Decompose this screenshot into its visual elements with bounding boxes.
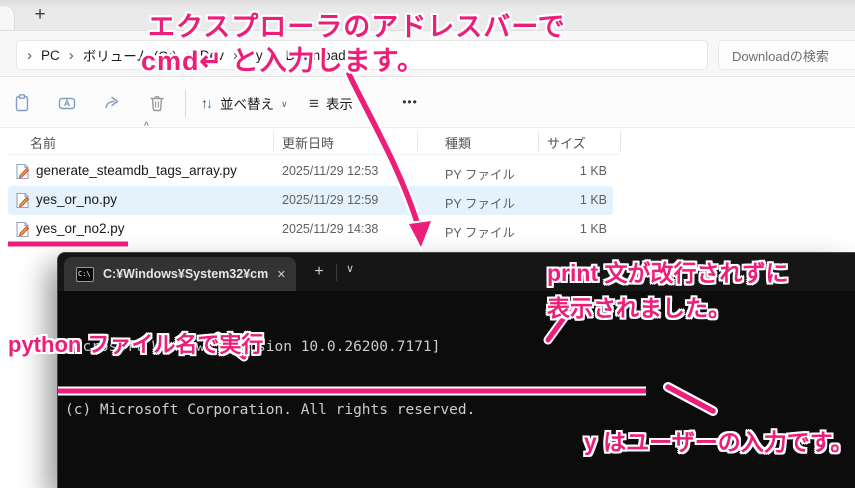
column-header-type[interactable]: 種類 — [445, 133, 471, 152]
annotation-print-note-line1: print 文が改行されずに — [547, 260, 789, 286]
file-row[interactable]: generate_steamdb_tags_array.py 2025/11/2… — [8, 157, 613, 186]
file-name: generate_steamdb_tags_array.py — [36, 163, 237, 178]
paste-button[interactable] — [10, 91, 34, 115]
file-row[interactable]: yes_or_no2.py 2025/11/29 14:38 PY ファイル 1… — [8, 215, 613, 244]
new-tab-button[interactable]: + — [28, 3, 52, 27]
breadcrumb-item-pc[interactable]: PC — [41, 48, 60, 63]
toolbar-divider — [185, 89, 186, 117]
file-modified: 2025/11/29 14:38 — [282, 222, 379, 236]
chevron-right-icon: › — [68, 46, 74, 64]
explorer-active-tab[interactable] — [0, 6, 14, 30]
file-type: PY ファイル — [445, 168, 515, 182]
sort-button[interactable]: ↑↓ 並べ替え ∨ — [193, 88, 296, 118]
explorer-toolbar: ↑↓ 並べ替え ∨ ≡ 表示 ∨ ••• — [0, 78, 855, 128]
column-separator[interactable] — [620, 131, 621, 151]
rename-button[interactable] — [55, 91, 79, 115]
sort-arrows-icon: ↑↓ — [201, 95, 213, 111]
share-icon — [105, 96, 119, 109]
python-file-icon — [16, 192, 30, 209]
file-modified: 2025/11/29 12:59 — [282, 193, 379, 207]
paste-icon — [15, 94, 29, 112]
python-file-icon — [16, 163, 30, 180]
file-row-selected[interactable]: yes_or_no.py 2025/11/29 12:59 PY ファイル 1 … — [8, 186, 613, 215]
file-modified: 2025/11/29 12:53 — [282, 164, 379, 178]
terminal-output[interactable]: Microsoft Windows [Version 10.0.26200.71… — [58, 291, 855, 488]
terminal-dropdown-icon[interactable]: ∨ — [346, 262, 354, 275]
search-input[interactable]: Downloadの検索 — [718, 40, 855, 70]
cmd-icon: C:\ — [76, 266, 94, 282]
more-options-button[interactable]: ••• — [396, 91, 424, 115]
annotation-print-note-line2: 表示されました。 — [547, 295, 731, 321]
rename-icon — [58, 97, 76, 110]
file-list-header: ^ 名前 更新日時 種類 サイズ — [0, 121, 855, 155]
terminal-toolbar-divider — [336, 264, 337, 281]
column-header-modified[interactable]: 更新日時 — [282, 133, 334, 152]
file-size: 1 KB — [579, 222, 607, 236]
annotation-address-note-line2: cmd↵ と入力します。 — [141, 46, 425, 76]
python-file-icon — [16, 221, 30, 238]
sort-ascending-indicator: ^ — [144, 121, 149, 132]
terminal-line: (c) Microsoft Corporation. All rights re… — [65, 402, 476, 418]
file-type: PY ファイル — [445, 226, 515, 240]
annotation-run-note: python ファイル名で実行 — [8, 332, 264, 357]
file-name: yes_or_no.py — [36, 192, 118, 207]
column-separator[interactable] — [417, 131, 418, 151]
screenshot-stage: + › PC › ボリューム (G:) › Dev › Py › Downloa… — [0, 0, 855, 488]
share-button[interactable] — [100, 91, 124, 115]
delete-button[interactable] — [145, 91, 169, 115]
column-header-size[interactable]: サイズ — [547, 133, 586, 152]
file-name: yes_or_no2.py — [36, 221, 125, 236]
header-divider — [8, 154, 620, 155]
view-button-label: 表示 — [325, 97, 353, 112]
column-separator[interactable] — [538, 131, 539, 151]
terminal-tab[interactable]: C:\ C:¥Windows¥System32¥cmd.e ✕ — [64, 257, 296, 291]
view-list-icon: ≡ — [309, 93, 319, 113]
chevron-right-icon: › — [27, 46, 32, 64]
view-button[interactable]: ≡ 表示 ∨ — [301, 88, 375, 118]
column-separator[interactable] — [273, 131, 274, 151]
file-size: 1 KB — [579, 193, 607, 207]
close-tab-icon[interactable]: ✕ — [277, 268, 286, 281]
column-header-name[interactable]: 名前 — [30, 133, 56, 152]
chevron-down-icon: ∨ — [281, 98, 288, 109]
chevron-down-icon: ∨ — [359, 98, 367, 109]
terminal-tab-title: C:¥Windows¥System32¥cmd.e — [103, 267, 268, 281]
terminal-new-tab-button[interactable]: + — [308, 261, 330, 283]
file-type: PY ファイル — [445, 197, 515, 211]
trash-icon — [150, 95, 164, 112]
file-size: 1 KB — [579, 164, 607, 178]
annotation-input-note: y はユーザーの入力です。 — [584, 429, 854, 455]
sort-button-label: 並べ替え — [220, 97, 274, 112]
